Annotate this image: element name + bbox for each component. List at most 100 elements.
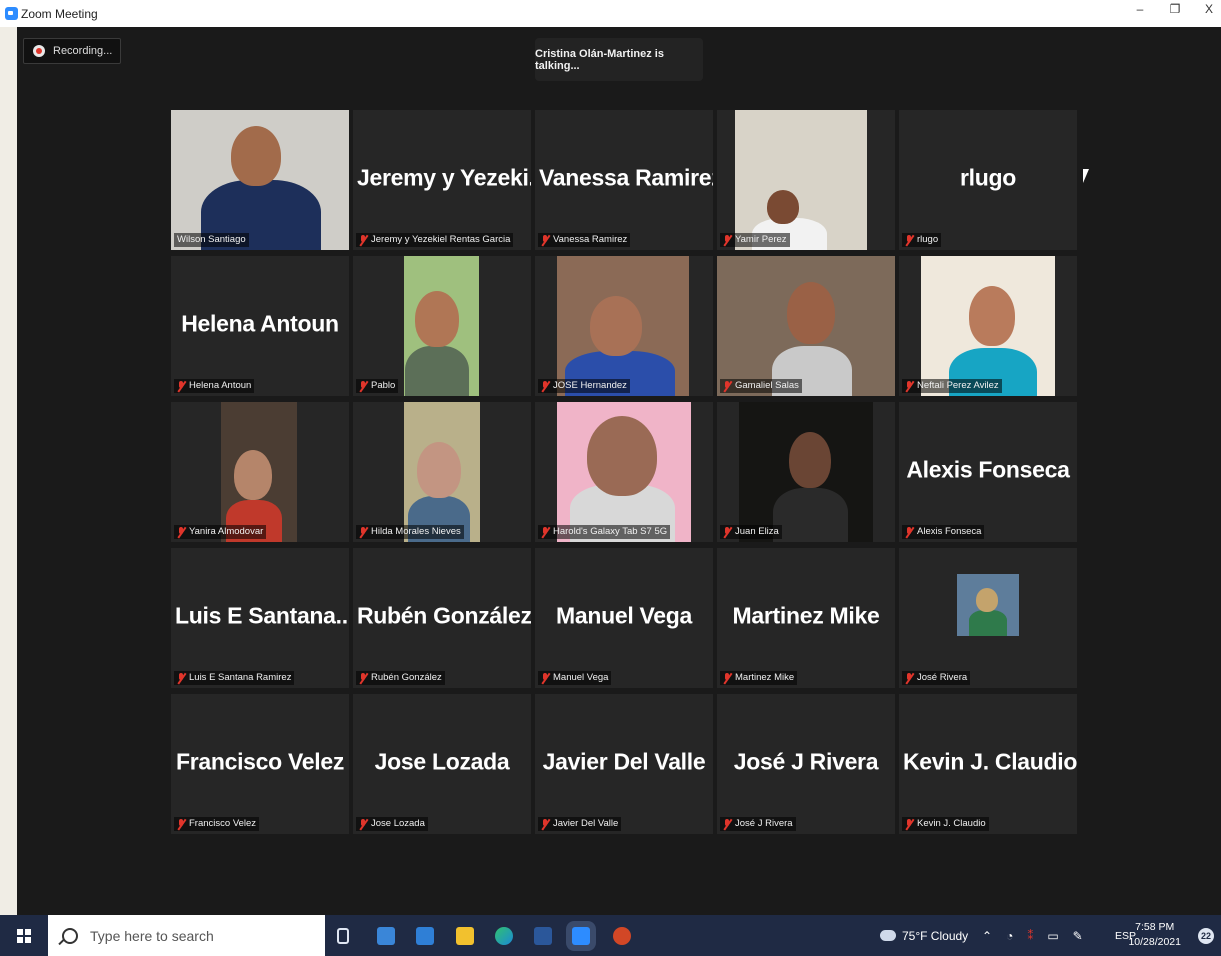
participant-tile[interactable]: Yanira Almodovar bbox=[171, 402, 349, 542]
recording-icon bbox=[33, 45, 45, 57]
participant-name-label: Vanessa Ramirez bbox=[538, 233, 631, 247]
participant-name-label: rlugo bbox=[902, 233, 942, 247]
clock-date: 10/28/2021 bbox=[1128, 936, 1181, 948]
participant-tile[interactable]: JOSE Hernandez bbox=[535, 256, 713, 396]
restore-button[interactable]: ❐ bbox=[1163, 2, 1187, 16]
mic-muted-icon bbox=[359, 818, 368, 830]
battery-icon[interactable]: ▭ bbox=[1047, 929, 1058, 943]
participant-tile[interactable]: Rubén González Rubén González bbox=[353, 548, 531, 688]
store-icon[interactable] bbox=[377, 927, 395, 945]
participant-tile[interactable]: Juan Eliza bbox=[717, 402, 895, 542]
participant-tile[interactable]: Alexis Fonseca Alexis Fonseca bbox=[899, 402, 1077, 542]
mic-muted-icon bbox=[177, 526, 186, 538]
security-alert-icon[interactable]: ⁑ bbox=[1027, 929, 1033, 943]
search-placeholder: Type here to search bbox=[90, 927, 214, 944]
participant-tile[interactable]: Javier Del Valle Javier Del Valle bbox=[535, 694, 713, 834]
active-speaker-banner: Cristina Olán-Martinez is talking... bbox=[535, 38, 703, 81]
participant-tile[interactable]: Vanessa Ramirez Vanessa Ramirez bbox=[535, 110, 713, 250]
mouse-cursor-icon bbox=[1083, 169, 1089, 183]
participant-display-name: Kevin J. Claudio bbox=[903, 748, 1077, 775]
participant-name: Juan Eliza bbox=[735, 526, 779, 537]
mic-muted-icon bbox=[541, 380, 550, 392]
mic-muted-icon bbox=[723, 380, 732, 392]
video-feed bbox=[353, 256, 531, 396]
participant-name-label: Juan Eliza bbox=[720, 525, 782, 539]
mic-muted-icon bbox=[905, 234, 914, 246]
participant-name: Javier Del Valle bbox=[553, 818, 619, 829]
participant-display-name: Rubén González bbox=[357, 602, 531, 629]
participant-name: José J Rivera bbox=[735, 818, 793, 829]
mic-muted-icon bbox=[905, 818, 914, 830]
participant-tile[interactable]: Francisco Velez Francisco Velez bbox=[171, 694, 349, 834]
participant-name-label: Yanira Almodovar bbox=[174, 525, 267, 539]
participant-tile[interactable]: Harold's Galaxy Tab S7 5G bbox=[535, 402, 713, 542]
taskbar-search-input[interactable]: Type here to search bbox=[48, 915, 325, 956]
file-explorer-icon[interactable] bbox=[456, 927, 474, 945]
mic-muted-icon bbox=[541, 234, 550, 246]
weather-widget[interactable]: 75°F Cloudy bbox=[880, 915, 968, 956]
participant-tile[interactable]: Hilda Morales Nieves bbox=[353, 402, 531, 542]
participant-name: Alexis Fonseca bbox=[917, 526, 982, 537]
participant-tile[interactable]: José J Rivera José J Rivera bbox=[717, 694, 895, 834]
mic-muted-icon bbox=[905, 380, 914, 392]
participant-display-name: Martinez Mike bbox=[732, 602, 880, 629]
participant-tile[interactable]: Kevin J. Claudio Kevin J. Claudio bbox=[899, 694, 1077, 834]
participant-name-label: Yamir Perez bbox=[720, 233, 790, 247]
chevron-up-icon[interactable]: ⌃ bbox=[982, 929, 992, 943]
participant-name: Yamir Perez bbox=[735, 234, 787, 245]
participant-tile[interactable]: Luis E Santana... Luis E Santana Ramirez bbox=[171, 548, 349, 688]
participant-tile[interactable]: Martinez Mike Martinez Mike bbox=[717, 548, 895, 688]
windows-logo-icon bbox=[17, 928, 31, 943]
participant-name-label: Javier Del Valle bbox=[538, 817, 622, 831]
task-view-icon[interactable] bbox=[337, 928, 349, 944]
edge-browser-icon[interactable] bbox=[495, 927, 513, 945]
participant-name: Martinez Mike bbox=[735, 672, 795, 683]
start-button[interactable] bbox=[0, 915, 48, 956]
powerpoint-icon[interactable] bbox=[613, 927, 631, 945]
notifications-button[interactable]: 22 bbox=[1198, 915, 1214, 956]
participant-name: Jeremy y Yezekiel Rentas Garcia bbox=[371, 234, 511, 245]
close-button[interactable]: X bbox=[1197, 2, 1221, 16]
word-icon[interactable] bbox=[534, 927, 552, 945]
cloud-icon bbox=[880, 930, 896, 941]
participant-tile[interactable]: Neftali Perez Avilez bbox=[899, 256, 1077, 396]
participant-tile[interactable]: Pablo bbox=[353, 256, 531, 396]
pen-icon[interactable]: ✎ bbox=[1073, 929, 1083, 943]
minimize-button[interactable]: – bbox=[1128, 2, 1152, 16]
network-icon[interactable]: ◔ bbox=[1006, 929, 1013, 943]
video-feed bbox=[717, 110, 895, 250]
participant-display-name: Jose Lozada bbox=[374, 748, 510, 775]
mic-muted-icon bbox=[177, 380, 186, 392]
participant-tile[interactable]: Wilson Santiago bbox=[171, 110, 349, 250]
window-titlebar: Zoom Meeting – ❐ X bbox=[0, 0, 1221, 27]
recording-label: Recording... bbox=[53, 45, 113, 57]
zoom-taskbar-icon[interactable] bbox=[572, 927, 590, 945]
mail-icon[interactable] bbox=[416, 927, 434, 945]
participant-tile[interactable]: Manuel Vega Manuel Vega bbox=[535, 548, 713, 688]
participant-name-label: Francisco Velez bbox=[174, 817, 260, 831]
participant-tile[interactable]: Yamir Perez bbox=[717, 110, 895, 250]
recording-indicator[interactable]: Recording... bbox=[23, 38, 121, 64]
participant-tile[interactable]: rlugo rlugo bbox=[899, 110, 1077, 250]
system-tray: ⌃ ◔ ⁑ ▭ ✎ bbox=[982, 915, 1083, 956]
video-feed bbox=[171, 110, 349, 250]
mic-muted-icon bbox=[541, 672, 550, 684]
participant-name-label: Manuel Vega bbox=[538, 671, 612, 685]
participant-name-label: Gamaliel Salas bbox=[720, 379, 802, 393]
participant-tile[interactable]: Jose Lozada Jose Lozada bbox=[353, 694, 531, 834]
participant-tile[interactable]: José Rivera bbox=[899, 548, 1077, 688]
participant-name: Manuel Vega bbox=[553, 672, 609, 683]
mic-muted-icon bbox=[541, 526, 550, 538]
participant-name: JOSE Hernandez bbox=[553, 380, 627, 391]
participant-tile[interactable]: Jeremy y Yezeki... Jeremy y Yezekiel Rent… bbox=[353, 110, 531, 250]
participant-tile[interactable]: Gamaliel Salas bbox=[717, 256, 895, 396]
taskbar-clock[interactable]: 7:58 PM 10/28/2021 bbox=[1128, 920, 1181, 950]
participant-name: Gamaliel Salas bbox=[735, 380, 799, 391]
mic-muted-icon bbox=[177, 818, 186, 830]
participant-name: José Rivera bbox=[917, 672, 968, 683]
participant-display-name: Jeremy y Yezeki... bbox=[357, 164, 531, 191]
mic-muted-icon bbox=[723, 526, 732, 538]
mic-muted-icon bbox=[905, 672, 914, 684]
participant-display-name: rlugo bbox=[960, 164, 1016, 191]
participant-tile[interactable]: Helena Antoun Helena Antoun bbox=[171, 256, 349, 396]
